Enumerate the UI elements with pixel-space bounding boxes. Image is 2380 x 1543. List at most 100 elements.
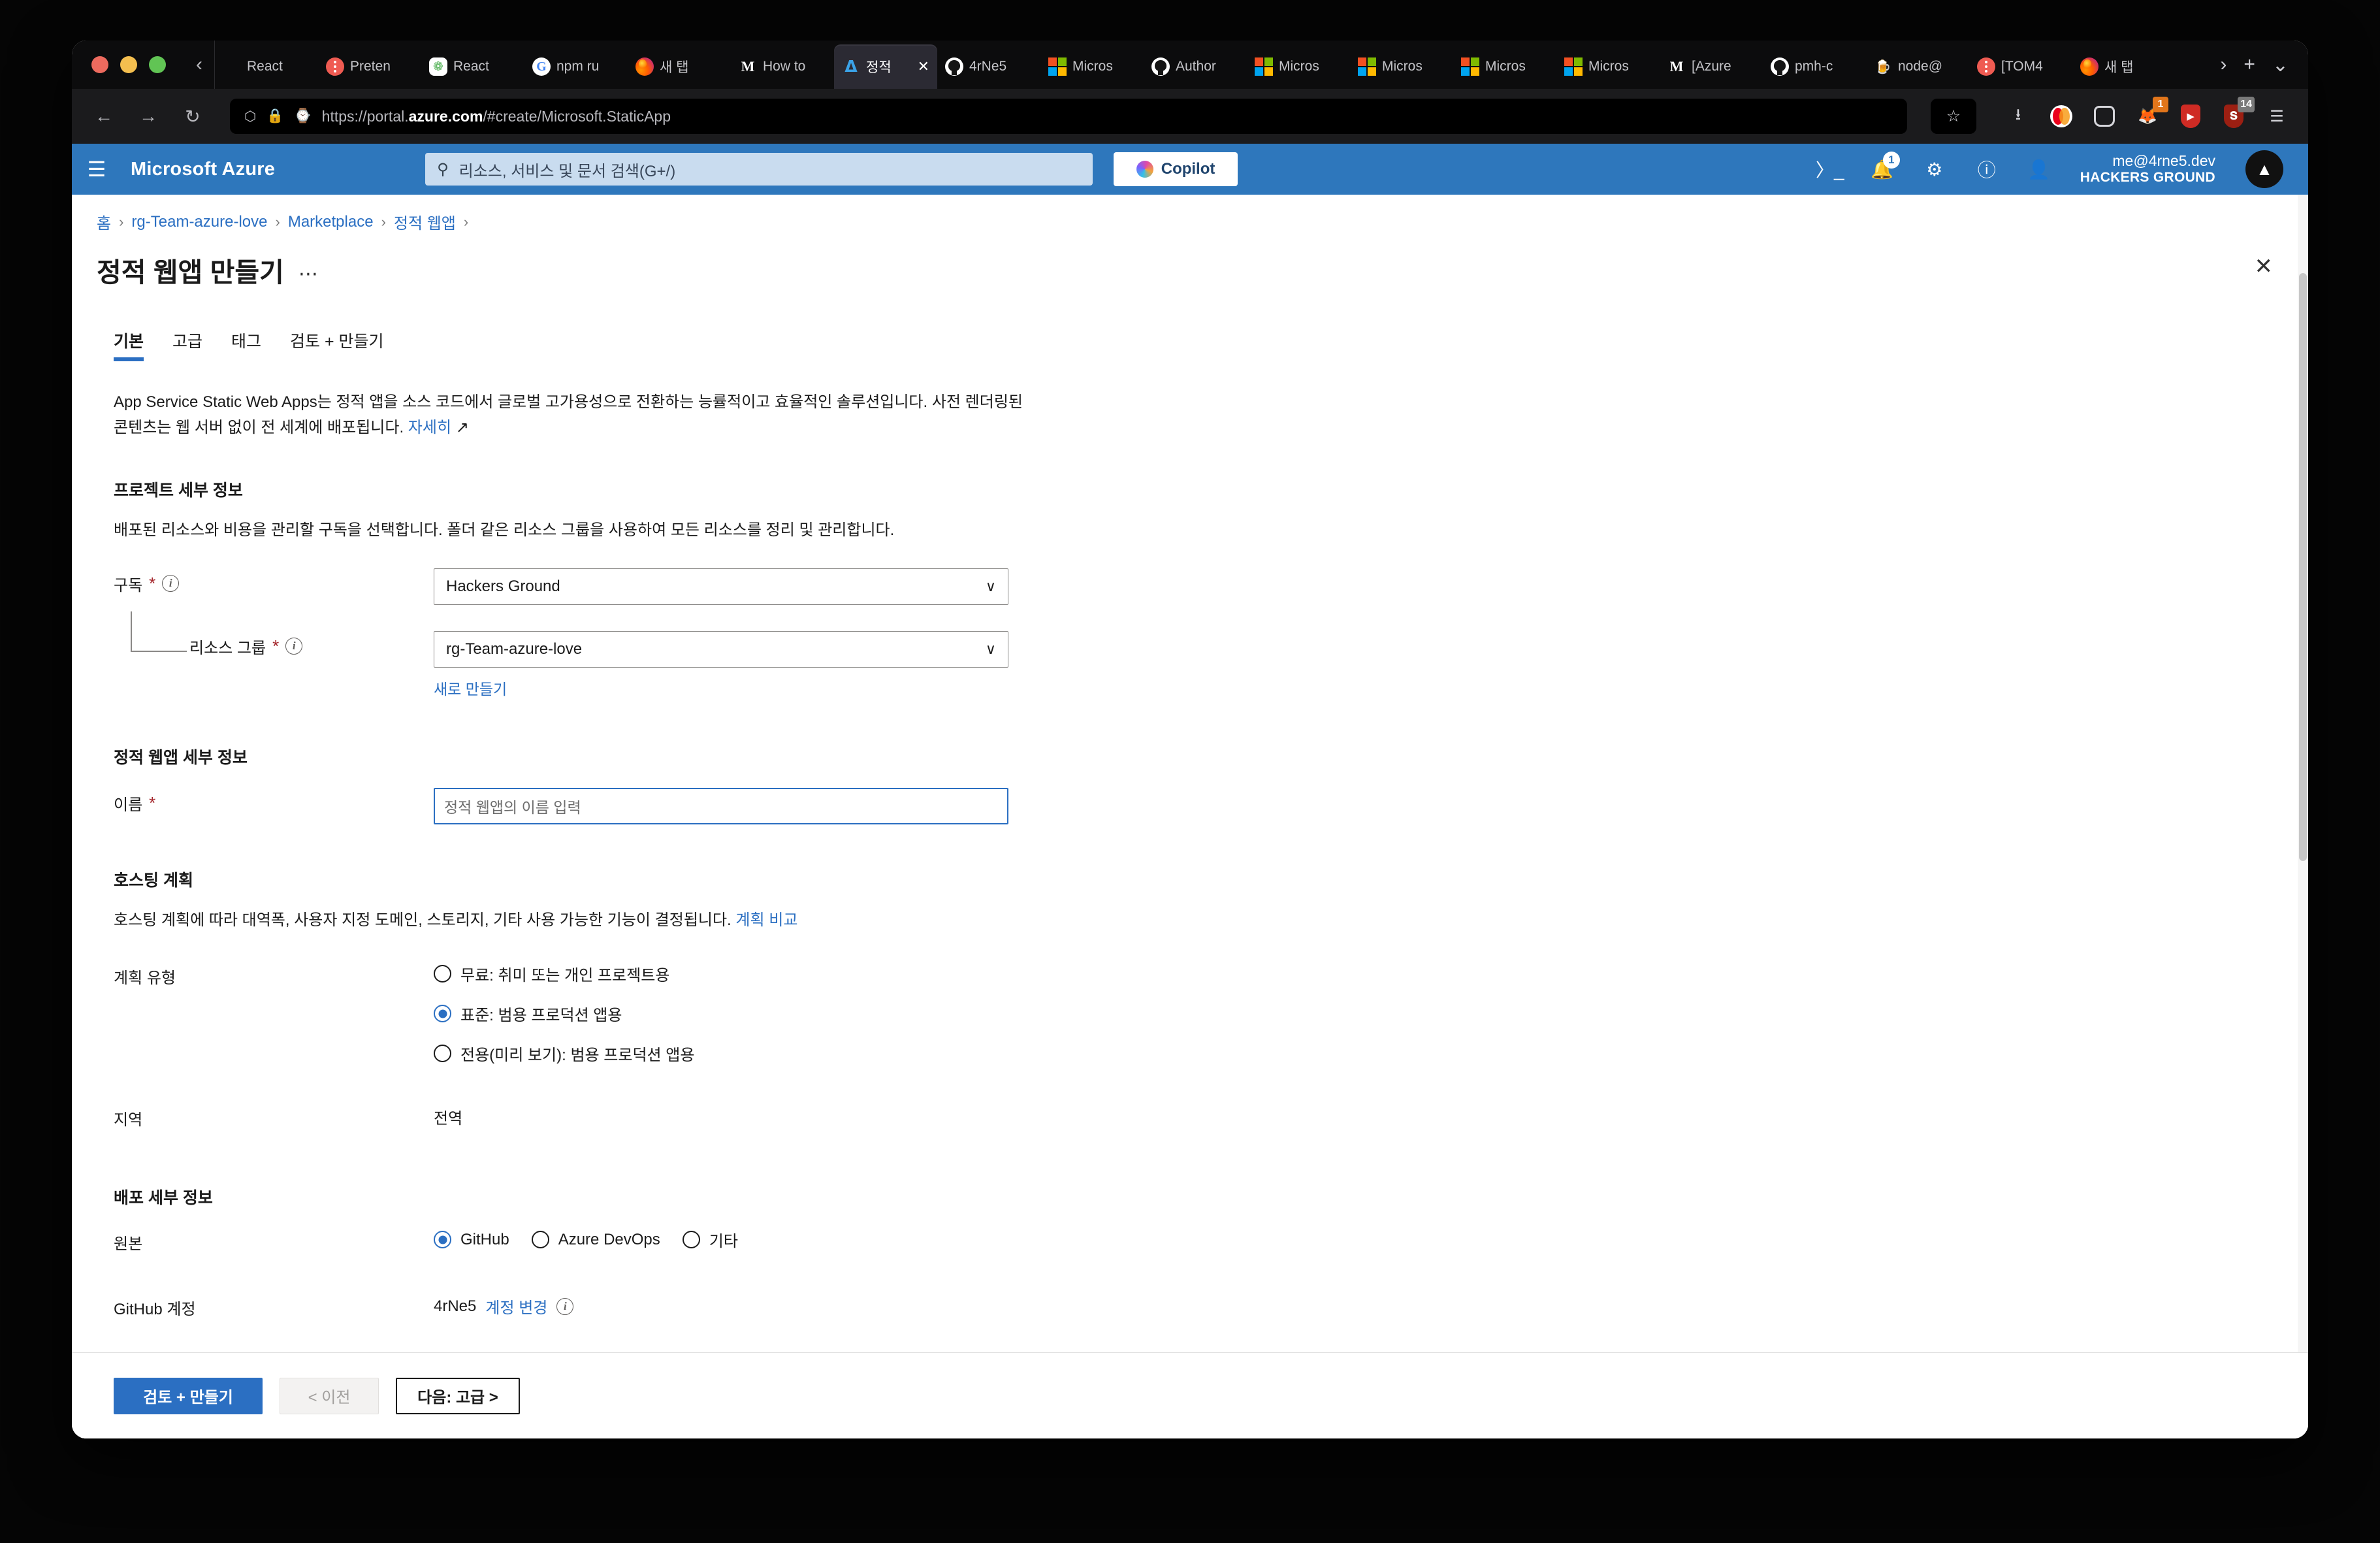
- scroll-tabs-right-button[interactable]: ›: [2220, 54, 2227, 76]
- youtube-icon[interactable]: ▶: [2178, 103, 2204, 129]
- resource-group-select[interactable]: rg-Team-azure-love ∨: [434, 630, 1008, 668]
- radio-option[interactable]: 표준: 범용 프로덕션 앱용: [434, 1002, 694, 1025]
- account-info[interactable]: me@4rne5.dev HACKERS GROUND: [2076, 152, 2215, 186]
- scroll-tabs-left-button[interactable]: ‹: [184, 41, 214, 89]
- browser-tab-label: npm ru: [556, 59, 600, 74]
- bookmark-star-icon[interactable]: ☆: [1931, 99, 1976, 134]
- breadcrumb-item[interactable]: Marketplace: [288, 213, 374, 231]
- browser-tab[interactable]: ❁ React: [421, 44, 524, 89]
- reload-button[interactable]: ↻: [179, 106, 206, 127]
- create-new-resource-group-link[interactable]: 새로 만들기: [434, 677, 1008, 699]
- tab-list: React Preten ❁ React Gnpm ru 새 탭 M How to ᐃ 정적 ✕ 4r…: [214, 41, 2200, 89]
- browser-tab-label: Micros: [1382, 59, 1423, 74]
- radio-option[interactable]: GitHub: [434, 1231, 509, 1249]
- browser-tab[interactable]: M [Azure: [1660, 44, 1763, 89]
- pocket-icon[interactable]: [2091, 103, 2117, 129]
- browser-tab[interactable]: 🍺 node@: [1866, 44, 1969, 89]
- subscription-field-row: 구독 * i Hackers Ground ∨: [114, 568, 2308, 605]
- github-account-control: 4rNe5 계정 변경 i: [434, 1292, 574, 1318]
- tab-4[interactable]: 검토 + 만들기: [290, 329, 384, 361]
- subscription-select[interactable]: Hackers Ground ∨: [434, 568, 1008, 605]
- browser-tab[interactable]: pmh-c: [1763, 44, 1866, 89]
- vertical-scrollbar[interactable]: [2298, 195, 2308, 1438]
- browser-tab[interactable]: Micros: [1453, 44, 1556, 89]
- app-name-label: 이름: [114, 796, 143, 814]
- back-button[interactable]: ←: [90, 106, 118, 127]
- firefox-icon: [635, 57, 654, 76]
- lock-icon[interactable]: 🔒: [266, 108, 283, 124]
- browser-tab[interactable]: 새 탭: [628, 44, 731, 89]
- cloud-shell-icon[interactable]: 〉_: [1815, 154, 1845, 184]
- download-icon[interactable]: ⭳: [2005, 103, 2031, 129]
- browser-tab[interactable]: 4rNe5: [937, 44, 1040, 89]
- close-window-button[interactable]: [91, 56, 108, 73]
- scrollbar-thumb[interactable]: [2299, 273, 2307, 861]
- global-search-placeholder: 리소스, 서비스 및 문서 검색(G+/): [458, 162, 676, 180]
- app-name-input[interactable]: 정적 웹앱의 이름 입력: [434, 787, 1008, 824]
- browser-tab[interactable]: 새 탭: [2072, 44, 2176, 89]
- previous-button[interactable]: < 이전: [280, 1377, 379, 1414]
- new-tab-button[interactable]: +: [2243, 54, 2255, 76]
- radio-option[interactable]: Azure DevOps: [531, 1231, 660, 1249]
- form-tabs: 기본 고급 태그 검토 + 만들기: [114, 329, 2308, 361]
- forward-button[interactable]: →: [135, 106, 162, 127]
- breadcrumb-item[interactable]: 홈: [97, 210, 111, 233]
- browser-tab[interactable]: Micros: [1040, 44, 1144, 89]
- browser-tab[interactable]: Micros: [1350, 44, 1453, 89]
- browser-tab[interactable]: Micros: [1556, 44, 1660, 89]
- shield-icon[interactable]: ⬡: [244, 108, 256, 125]
- browser-tab[interactable]: React: [215, 44, 318, 89]
- radio-option[interactable]: 무료: 취미 또는 개인 프로젝트용: [434, 962, 694, 985]
- review-create-button[interactable]: 검토 + 만들기: [114, 1377, 263, 1414]
- metamask-icon[interactable]: 🦊 1: [2134, 97, 2168, 129]
- copilot-button[interactable]: Copilot: [1114, 152, 1238, 186]
- browser-tab[interactable]: [TOM4: [1969, 44, 2072, 89]
- address-bar[interactable]: ⬡ 🔒 ⌚ https://portal.azure.com/#create/M…: [230, 99, 1907, 134]
- browser-tab[interactable]: Micros: [1247, 44, 1350, 89]
- permissions-icon[interactable]: ⌚: [295, 108, 312, 124]
- breadcrumb-separator-icon: ›: [275, 213, 280, 230]
- help-icon[interactable]: ⓘ: [1972, 154, 2002, 184]
- browser-tab[interactable]: Gnpm ru: [524, 44, 628, 89]
- app-menu-icon[interactable]: ☰: [2264, 103, 2290, 129]
- azure-brand[interactable]: Microsoft Azure: [121, 159, 275, 180]
- azure-top-bar: ☰ Microsoft Azure ⚲ 리소스, 서비스 및 문서 검색(G+/…: [72, 144, 2308, 195]
- compare-plans-link[interactable]: 계획 비교: [735, 911, 797, 929]
- info-icon[interactable]: i: [285, 638, 303, 655]
- microsoft-icon: [1048, 57, 1067, 76]
- app-name-control: 정적 웹앱의 이름 입력: [434, 787, 1008, 824]
- notifications-icon[interactable]: 🔔 1: [1867, 152, 1900, 184]
- browser-tab[interactable]: Author: [1144, 44, 1247, 89]
- tab-2[interactable]: 고급: [172, 329, 202, 361]
- breadcrumb-item[interactable]: rg-Team-azure-love: [131, 213, 267, 231]
- browser-tab-label: How to: [763, 59, 806, 74]
- browser-tab[interactable]: M How to: [731, 44, 834, 89]
- tab-3[interactable]: 태그: [231, 329, 261, 361]
- info-icon[interactable]: i: [162, 575, 180, 593]
- minimize-window-button[interactable]: [120, 56, 137, 73]
- maximize-window-button[interactable]: [149, 56, 166, 73]
- close-blade-icon[interactable]: ✕: [2255, 253, 2274, 280]
- list-all-tabs-button[interactable]: ⌄: [2272, 54, 2289, 76]
- source-radio-group: GitHub Azure DevOps 기타: [434, 1227, 738, 1251]
- hamburger-icon[interactable]: ☰: [72, 144, 121, 195]
- browser-tab[interactable]: Preten: [318, 44, 421, 89]
- radio-option[interactable]: 전용(미리 보기): 범용 프로덕션 앱용: [434, 1042, 694, 1065]
- page-title: 정적 웹앱 만들기: [97, 257, 284, 287]
- more-actions-icon[interactable]: ⋯: [298, 255, 319, 285]
- breadcrumb-item[interactable]: 정적 웹앱: [394, 210, 456, 233]
- close-tab-icon[interactable]: ✕: [918, 58, 929, 75]
- next-advanced-button[interactable]: 다음: 고급 >: [396, 1377, 520, 1414]
- tab-1[interactable]: 기본: [114, 329, 144, 361]
- brave-icon[interactable]: 𝐒 14: [2221, 97, 2255, 129]
- avatar[interactable]: ▲: [2245, 150, 2283, 188]
- learn-more-link[interactable]: 자세히: [408, 419, 451, 436]
- change-account-link[interactable]: 계정 변경: [485, 1295, 547, 1318]
- settings-gear-icon[interactable]: ⚙: [1920, 154, 1950, 184]
- radio-option[interactable]: 기타: [682, 1228, 738, 1251]
- browser-tab[interactable]: ᐃ 정적 ✕: [834, 44, 937, 89]
- mastercard-icon[interactable]: [2048, 103, 2074, 129]
- global-search-input[interactable]: ⚲ 리소스, 서비스 및 문서 검색(G+/): [425, 153, 1093, 186]
- info-icon[interactable]: i: [556, 1297, 574, 1315]
- feedback-icon[interactable]: 👤: [2024, 154, 2054, 184]
